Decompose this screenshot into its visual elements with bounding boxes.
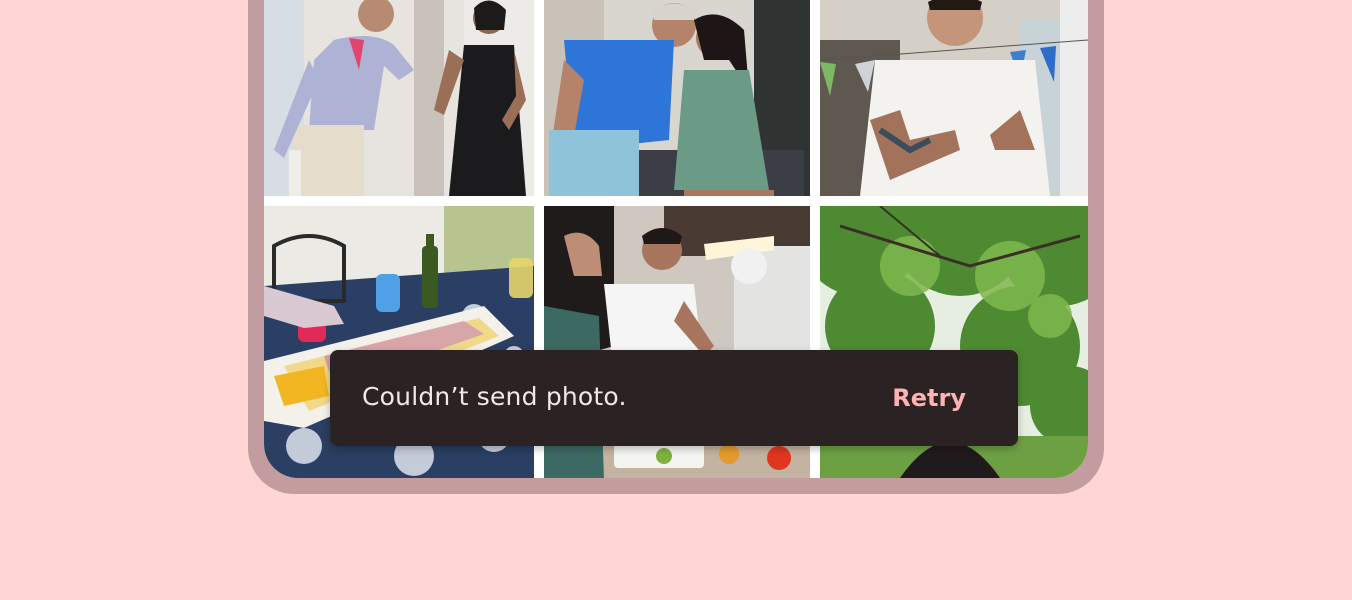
snackbar: Couldn’t send photo. Retry [330,350,1018,446]
photo-thumbnail-1[interactable] [264,0,534,196]
retry-button[interactable]: Retry [880,376,978,420]
photo-thumbnail-3[interactable] [820,0,1088,196]
snackbar-message: Couldn’t send photo. [362,382,627,411]
photo-thumbnail-2[interactable] [544,0,810,196]
